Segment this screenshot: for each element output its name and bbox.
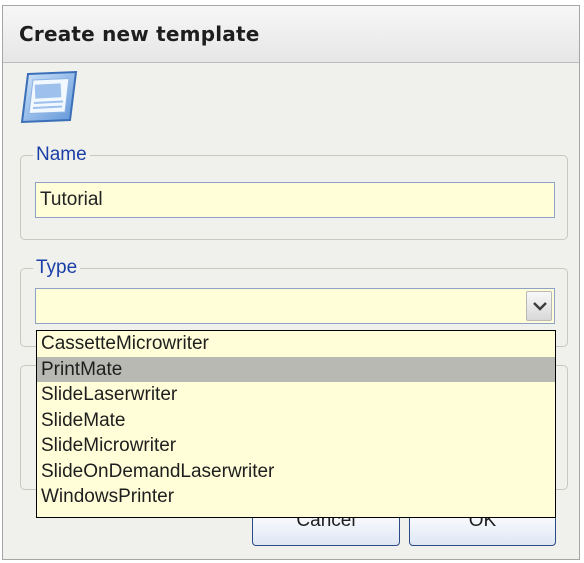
- type-legend: Type: [36, 257, 78, 278]
- dropdown-option[interactable]: CassetteMicrowriter: [37, 331, 555, 357]
- dropdown-option-highlighted[interactable]: PrintMate: [37, 356, 555, 382]
- template-document-icon: [20, 70, 78, 124]
- dropdown-option[interactable]: WindowsPrinter: [37, 484, 555, 510]
- dropdown-option[interactable]: SlideMate: [37, 408, 555, 434]
- dialog-titlebar[interactable]: Create new template: [3, 6, 579, 63]
- dropdown-option[interactable]: SlideMicrowriter: [37, 433, 555, 459]
- dropdown-option[interactable]: SlideLaserwriter: [37, 382, 555, 408]
- type-dropdown-list[interactable]: CassetteMicrowriter PrintMate SlideLaser…: [36, 330, 556, 518]
- chevron-down-icon: [533, 302, 547, 311]
- dropdown-button[interactable]: [526, 291, 552, 321]
- dialog-title: Create new template: [19, 22, 260, 46]
- dropdown-option[interactable]: SlideOnDemandLaserwriter: [37, 459, 555, 485]
- type-select[interactable]: [35, 288, 555, 324]
- name-legend: Name: [36, 144, 87, 165]
- name-input[interactable]: [35, 182, 555, 218]
